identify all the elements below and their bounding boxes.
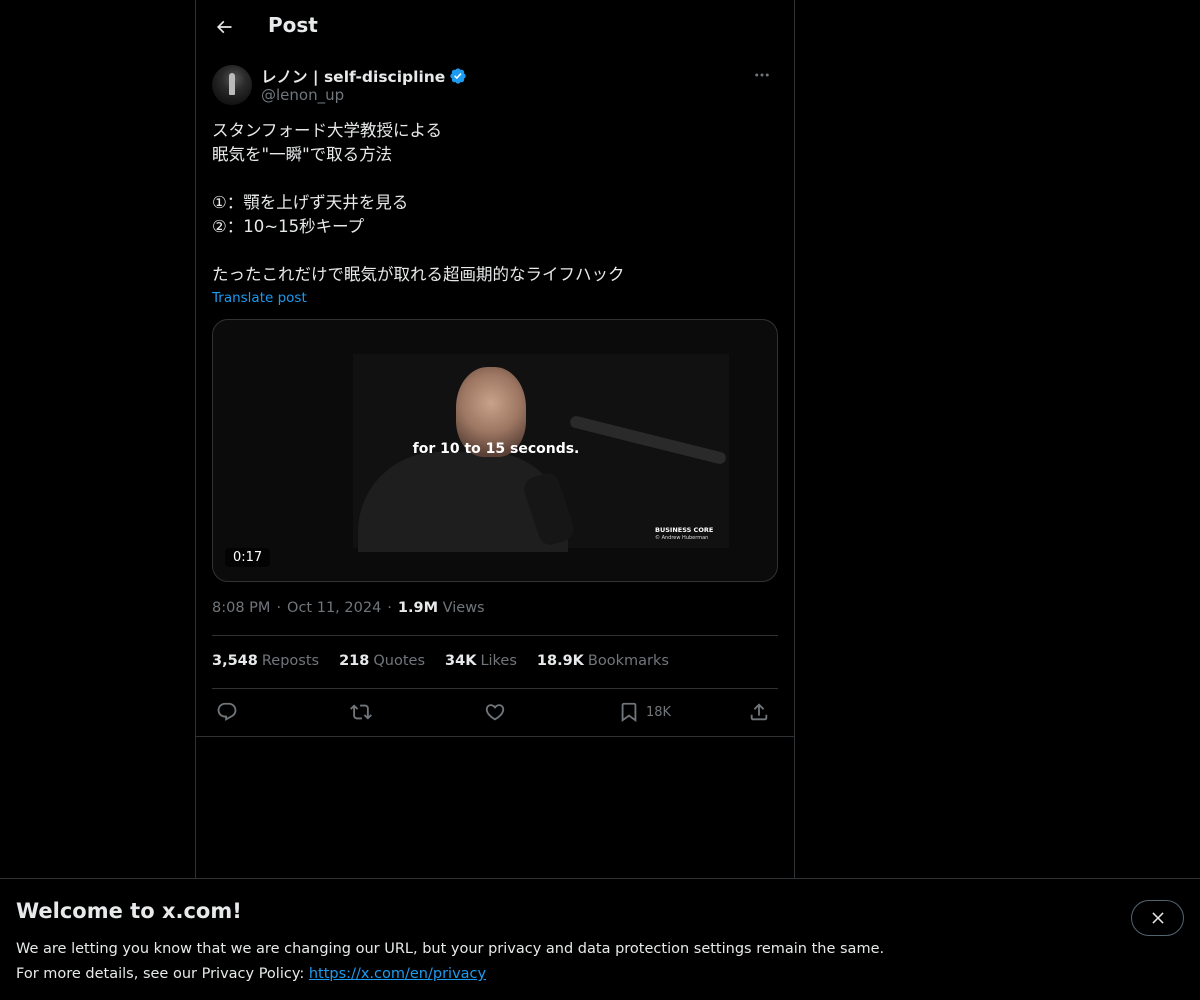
repost-button[interactable]	[350, 700, 372, 724]
divider	[196, 736, 794, 737]
like-button[interactable]	[484, 700, 506, 724]
bookmark-icon	[621, 702, 637, 723]
close-banner-button[interactable]	[1131, 900, 1184, 936]
bookmark-count: 18K	[646, 704, 672, 720]
more-options-button[interactable]	[746, 64, 778, 86]
reply-icon	[217, 702, 237, 721]
stat-count: 218	[339, 653, 370, 669]
back-button[interactable]	[208, 11, 240, 43]
welcome-banner: Welcome to x.com! We are letting you kno…	[0, 878, 1200, 1000]
banner-line-1: We are letting you know that we are chan…	[16, 941, 885, 957]
more-dots-icon	[755, 73, 769, 77]
stat-label: Bookmarks	[587, 653, 669, 669]
post-line: ②：10~15秒キープ	[212, 217, 365, 236]
post-line: たったこれだけで眠気が取れる超画期的なライフハック	[212, 265, 625, 284]
post-date[interactable]: Oct 11, 2024	[287, 600, 381, 616]
post-header: Post	[196, 0, 794, 54]
views-label: Views	[442, 600, 485, 616]
post-line	[212, 167, 778, 191]
post-text: スタンフォード大学教授による 眠気を"一瞬"で取る方法 ①：顎を上げず天井を見る…	[212, 119, 778, 287]
stat-reposts[interactable]: 3,548 Reposts	[212, 653, 319, 669]
post-time[interactable]: 8:08 PM	[212, 600, 270, 616]
divider	[212, 635, 778, 636]
meta-separator: ·	[276, 600, 282, 616]
banner-line-2-prefix: For more details, see our Privacy Policy…	[16, 966, 309, 982]
avatar-figure	[229, 73, 235, 95]
stat-label: Quotes	[373, 653, 426, 669]
author-handle[interactable]: @lenon_up	[261, 86, 344, 104]
heart-icon	[485, 704, 505, 721]
banner-line-2: For more details, see our Privacy Policy…	[16, 962, 884, 987]
reply-button[interactable]	[216, 700, 238, 724]
video-duration: 0:17	[225, 548, 271, 567]
post-actions: 18K	[212, 700, 778, 724]
video-caption: for 10 to 15 seconds.	[412, 441, 580, 457]
post-stats: 3,548 Reposts 218 Quotes 34K Likes 18.9K Boo…	[212, 653, 669, 669]
post-line	[212, 239, 778, 263]
post-column: Post レノン | self-discipline @lenon_up スタン…	[195, 0, 795, 878]
stat-likes[interactable]: 34K Likes	[445, 653, 517, 669]
repost-icon	[350, 704, 372, 720]
arrow-left-icon	[216, 20, 232, 34]
stat-quotes[interactable]: 218 Quotes	[339, 653, 425, 669]
page-title: Post	[268, 13, 318, 37]
banner-title: Welcome to x.com!	[16, 899, 242, 923]
share-icon	[750, 703, 768, 721]
post-line: 眠気を"一瞬"で取る方法	[212, 145, 393, 164]
post-meta: 8:08 PM · Oct 11, 2024 · 1.9M Views	[212, 600, 485, 616]
watermark-title: BUSINESS CORE	[655, 526, 714, 534]
close-icon	[1151, 912, 1164, 924]
privacy-policy-link[interactable]: https://x.com/en/privacy	[309, 966, 486, 982]
banner-text: We are letting you know that we are chan…	[16, 937, 884, 987]
avatar[interactable]	[212, 65, 252, 105]
views-stat: 1.9M Views	[398, 600, 485, 616]
post-line: スタンフォード大学教授による	[212, 121, 443, 140]
stat-label: Reposts	[261, 653, 320, 669]
video-player[interactable]: for 10 to 15 seconds. BUSINESS CORE © An…	[212, 319, 778, 582]
meta-separator: ·	[387, 600, 392, 616]
stat-label: Likes	[480, 653, 517, 669]
watermark-subtitle: © Andrew Huberman	[655, 535, 709, 541]
verified-badge-icon[interactable]	[449, 67, 467, 85]
views-count: 1.9M	[397, 600, 439, 616]
author-display-name[interactable]: レノン | self-discipline	[261, 65, 445, 87]
bookmark-button[interactable]: 18K	[618, 700, 671, 724]
stat-count: 18.9K	[536, 653, 584, 669]
share-button[interactable]	[748, 700, 770, 724]
video-watermark: BUSINESS CORE © Andrew Huberman	[655, 526, 713, 542]
stat-count: 3,548	[212, 653, 258, 669]
name-row: レノン | self-discipline	[261, 65, 467, 87]
video-mic-arm	[568, 414, 728, 466]
stat-bookmarks[interactable]: 18.9K Bookmarks	[537, 653, 669, 669]
stat-count: 34K	[445, 653, 477, 669]
post-line: ①：顎を上げず天井を見る	[212, 193, 409, 212]
translate-post-link[interactable]: Translate post	[212, 290, 307, 306]
post-author: レノン | self-discipline @lenon_up	[212, 64, 778, 108]
divider	[212, 688, 778, 689]
